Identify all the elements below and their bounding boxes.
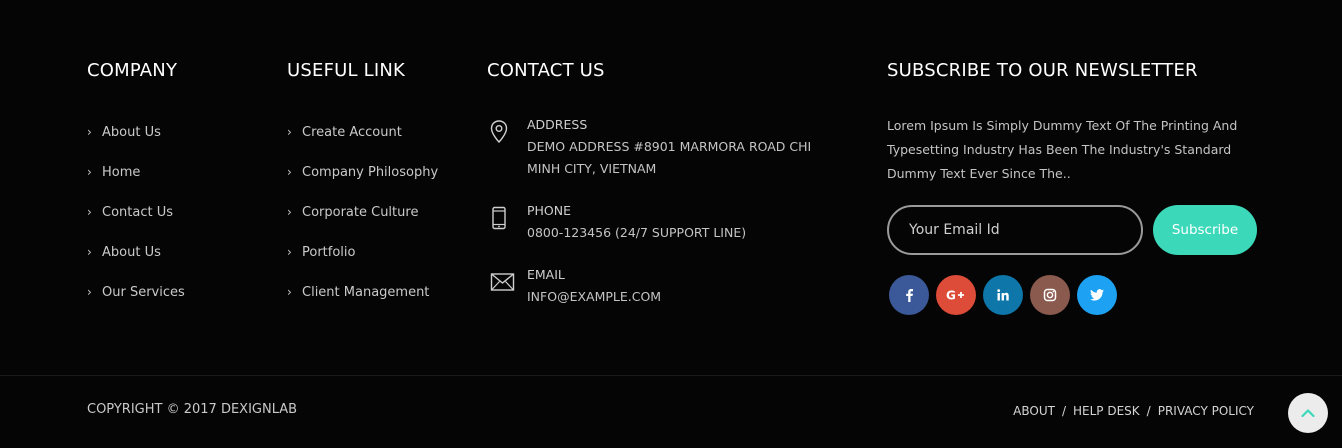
bottom-links: ABOUT / HELP DESK / PRIVACY POLICY (1013, 404, 1254, 418)
chevron-right-icon: › (287, 245, 292, 259)
company-links: › About Us › Home › Contact Us › About Us › O… (87, 124, 185, 324)
company-link-label[interactable]: About Us (102, 245, 161, 260)
subscribe-button[interactable]: Subscribe (1153, 205, 1257, 255)
google-plus-icon[interactable]: G (936, 275, 976, 315)
company-link-about-us[interactable]: › About Us (87, 112, 185, 152)
useful-link-client-management[interactable]: › Client Management (287, 272, 438, 312)
chevron-right-icon: › (87, 245, 92, 259)
useful-link-label[interactable]: Portfolio (302, 245, 355, 260)
chevron-right-icon: › (287, 165, 292, 179)
company-link-about-us-2[interactable]: › About Us (87, 232, 185, 272)
chevron-right-icon: › (87, 165, 92, 179)
linkedin-icon[interactable] (983, 275, 1023, 315)
contact-phone: PHONE 0800-123456 (24/7 SUPPORT LINE) (487, 200, 746, 244)
twitter-icon[interactable] (1077, 275, 1117, 315)
chevron-right-icon: › (287, 205, 292, 219)
newsletter-column: SUBSCRIBE TO OUR NEWSLETTER Lorem Ipsum … (887, 60, 1267, 315)
useful-link-portfolio[interactable]: › Portfolio (287, 232, 438, 272)
chevron-right-icon: › (87, 205, 92, 219)
company-link-label[interactable]: Home (102, 165, 140, 180)
useful-link-corporate-culture[interactable]: › Corporate Culture (287, 192, 438, 232)
bottom-link-help-desk[interactable]: HELP DESK (1073, 404, 1140, 418)
useful-link-company-philosophy[interactable]: › Company Philosophy (287, 152, 438, 192)
contact-address: ADDRESS DEMO ADDRESS #8901 MARMORA ROAD … (487, 114, 847, 180)
address-title: ADDRESS (527, 117, 588, 132)
useful-link-heading: USEFUL LINK (287, 60, 406, 81)
useful-link-label[interactable]: Client Management (302, 285, 429, 300)
chevron-right-icon: › (87, 285, 92, 299)
useful-link-label[interactable]: Create Account (302, 125, 402, 140)
bottom-link-separator: / (1061, 404, 1067, 418)
contact-heading: CONTACT US (487, 60, 605, 81)
footer-divider (0, 375, 1342, 376)
mobile-phone-icon (487, 200, 527, 244)
instagram-icon[interactable] (1030, 275, 1070, 315)
company-link-home[interactable]: › Home (87, 152, 185, 192)
svg-text:G: G (946, 289, 956, 303)
company-heading: COMPANY (87, 60, 178, 81)
contact-column: CONTACT US ADDRESS DEMO ADDRESS #8901 MA… (487, 60, 857, 304)
chevron-up-icon (1301, 409, 1315, 418)
useful-link-label[interactable]: Corporate Culture (302, 205, 418, 220)
map-pin-icon (487, 114, 527, 180)
company-column: COMPANY › About Us › Home › Contact Us › Abo… (87, 60, 267, 300)
company-link-contact-us[interactable]: › Contact Us (87, 192, 185, 232)
company-link-our-services[interactable]: › Our Services (87, 272, 185, 312)
useful-link-create-account[interactable]: › Create Account (287, 112, 438, 152)
facebook-icon[interactable] (889, 275, 929, 315)
footer-top: COMPANY › About Us › Home › Contact Us › Abo… (0, 0, 1342, 375)
newsletter-email-input[interactable] (887, 205, 1143, 255)
address-value: DEMO ADDRESS #8901 MARMORA ROAD CHI MINH… (527, 139, 812, 176)
bottom-link-separator: / (1146, 404, 1151, 418)
bottom-link-about[interactable]: ABOUT (1013, 404, 1055, 418)
newsletter-heading: SUBSCRIBE TO OUR NEWSLETTER (887, 60, 1198, 81)
contact-email: EMAIL INFO@EXAMPLE.COM (487, 264, 661, 308)
chevron-right-icon: › (87, 125, 92, 139)
chevron-right-icon: › (287, 285, 292, 299)
company-link-label[interactable]: Our Services (102, 285, 185, 300)
company-link-label[interactable]: Contact Us (102, 205, 173, 220)
useful-link-column: USEFUL LINK › Create Account › Company Phi… (287, 60, 467, 300)
newsletter-text: Lorem Ipsum Is Simply Dummy Text Of The … (887, 118, 1238, 181)
phone-value[interactable]: 0800-123456 (24/7 SUPPORT LINE) (527, 222, 746, 244)
useful-link-label[interactable]: Company Philosophy (302, 165, 438, 180)
copyright-text: COPYRIGHT © 2017 DEXIGNLAB (87, 402, 298, 417)
useful-links: › Create Account › Company Philosophy › Cor… (287, 124, 438, 324)
back-to-top-button[interactable] (1288, 393, 1328, 433)
bottom-link-privacy-policy[interactable]: PRIVACY POLICY (1158, 404, 1254, 418)
chevron-right-icon: › (287, 125, 292, 139)
phone-title: PHONE (527, 203, 572, 218)
email-title: EMAIL (527, 267, 565, 282)
email-value[interactable]: INFO@EXAMPLE.COM (527, 286, 661, 308)
envelope-icon (487, 264, 527, 308)
company-link-label[interactable]: About Us (102, 125, 161, 140)
social-links: G (889, 275, 1124, 315)
